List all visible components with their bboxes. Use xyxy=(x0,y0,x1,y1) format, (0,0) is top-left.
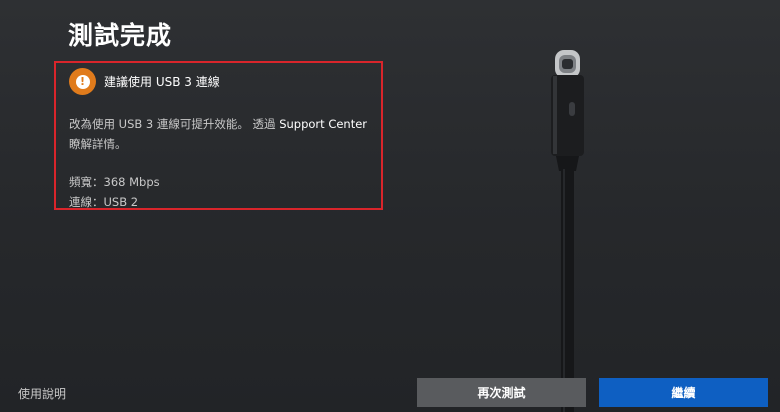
connection-value: 連線：USB 2 xyxy=(69,195,139,209)
usb-c-cable-icon xyxy=(551,50,584,412)
usb-warning-panel: ! 建議使用 USB 3 連線 改為使用 USB 3 連線可提升效能。 透過 S… xyxy=(54,61,383,210)
warning-title: 建議使用 USB 3 連線 xyxy=(104,75,220,89)
bandwidth-value: 頻寬：368 Mbps xyxy=(69,175,160,189)
warning-message: 改為使用 USB 3 連線可提升效能。 透過 Support Center 瞭解… xyxy=(69,114,379,154)
help-link[interactable]: 使用說明 xyxy=(18,385,66,402)
warning-message-after: 瞭解詳情。 xyxy=(69,137,127,151)
warning-icon: ! xyxy=(69,68,96,95)
warning-message-before: 改為使用 USB 3 連線可提升效能。 透過 xyxy=(69,117,280,131)
retry-test-button[interactable]: 再次測試 xyxy=(417,378,586,407)
support-center-link[interactable]: Support Center xyxy=(279,117,367,131)
continue-button[interactable]: 繼續 xyxy=(599,378,768,407)
page-title: 測試完成 xyxy=(68,21,173,50)
